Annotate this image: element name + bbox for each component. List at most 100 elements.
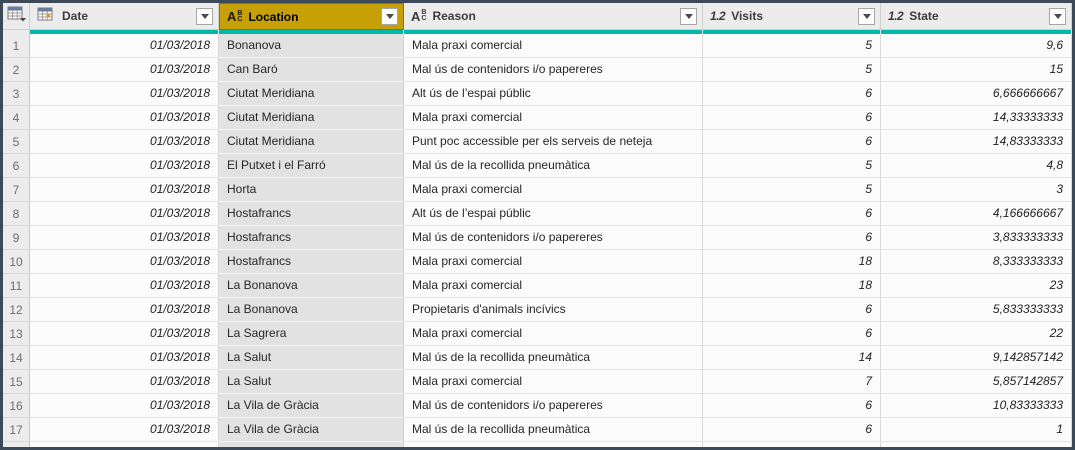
filter-dropdown-button[interactable] bbox=[1049, 7, 1066, 25]
row-number[interactable]: 6 bbox=[3, 154, 30, 178]
cell-date[interactable]: 01/03/2018 bbox=[30, 370, 219, 394]
cell-state[interactable]: 3 bbox=[881, 178, 1072, 202]
cell-visits[interactable]: 6 bbox=[703, 394, 881, 418]
cell-state[interactable]: 4,8 bbox=[881, 154, 1072, 178]
cell-date[interactable]: 01/03/2018 bbox=[30, 274, 219, 298]
cell-state[interactable]: 14,33333333 bbox=[881, 106, 1072, 130]
row-number[interactable]: 7 bbox=[3, 178, 30, 202]
cell-visits[interactable]: 5 bbox=[703, 34, 881, 58]
cell-date[interactable]: 01/03/2018 bbox=[30, 154, 219, 178]
filter-dropdown-button[interactable] bbox=[858, 7, 875, 25]
cell-state[interactable]: 4,166666667 bbox=[881, 202, 1072, 226]
cell-visits[interactable]: 6 bbox=[703, 130, 881, 154]
row-number[interactable]: 13 bbox=[3, 322, 30, 346]
row-number[interactable]: 17 bbox=[3, 418, 30, 442]
cell-reason[interactable]: Mala praxi comercial bbox=[404, 442, 703, 447]
row-number[interactable]: 15 bbox=[3, 370, 30, 394]
cell-state[interactable]: 8,333333333 bbox=[881, 250, 1072, 274]
row-number[interactable]: 14 bbox=[3, 346, 30, 370]
cell-visits[interactable]: 18 bbox=[703, 250, 881, 274]
row-number[interactable]: 11 bbox=[3, 274, 30, 298]
row-number[interactable]: 4 bbox=[3, 106, 30, 130]
cell-reason[interactable]: Mal ús de la recollida pneumàtica bbox=[404, 154, 703, 178]
cell-reason[interactable]: Mala praxi comercial bbox=[404, 322, 703, 346]
column-header-visits[interactable]: 1.2 Visits bbox=[703, 3, 881, 30]
cell-location[interactable]: La Salut bbox=[219, 346, 404, 370]
cell-date[interactable]: 01/03/2018 bbox=[30, 298, 219, 322]
cell-state[interactable]: 10,83333333 bbox=[881, 394, 1072, 418]
cell-reason[interactable]: Mal ús de la recollida pneumàtica bbox=[404, 418, 703, 442]
cell-visits[interactable]: 6 bbox=[703, 298, 881, 322]
cell-location[interactable]: La Salut bbox=[219, 370, 404, 394]
cell-date[interactable]: 01/03/2018 bbox=[30, 442, 219, 447]
cell-visits[interactable]: 5 bbox=[703, 178, 881, 202]
cell-date[interactable]: 01/03/2018 bbox=[30, 58, 219, 82]
filter-dropdown-button[interactable] bbox=[680, 7, 697, 25]
column-header-state[interactable]: 1.2 State bbox=[881, 3, 1072, 30]
row-number[interactable]: 12 bbox=[3, 298, 30, 322]
cell-visits[interactable]: 6 bbox=[703, 226, 881, 250]
cell-date[interactable]: 01/03/2018 bbox=[30, 226, 219, 250]
cell-visits[interactable]: 6 bbox=[703, 418, 881, 442]
cell-visits[interactable]: 18 bbox=[703, 274, 881, 298]
cell-date[interactable]: 01/03/2018 bbox=[30, 178, 219, 202]
cell-visits[interactable]: 5 bbox=[703, 154, 881, 178]
cell-location[interactable]: Hostafrancs bbox=[219, 250, 404, 274]
cell-location[interactable]: Bonanova bbox=[219, 34, 404, 58]
cell-state[interactable]: 1 bbox=[881, 418, 1072, 442]
cell-date[interactable]: 01/03/2018 bbox=[30, 394, 219, 418]
cell-location[interactable]: Hostafrancs bbox=[219, 226, 404, 250]
cell-state[interactable]: 23 bbox=[881, 274, 1072, 298]
filter-dropdown-button[interactable] bbox=[381, 8, 398, 25]
cell-location[interactable]: La Vila de Gràcia bbox=[219, 394, 404, 418]
cell-date[interactable]: 01/03/2018 bbox=[30, 34, 219, 58]
cell-reason[interactable]: Alt ús de l’espai públic bbox=[404, 202, 703, 226]
cell-state[interactable]: 5,833333333 bbox=[881, 298, 1072, 322]
cell-visits[interactable]: 6 bbox=[703, 106, 881, 130]
cell-date[interactable]: 01/03/2018 bbox=[30, 346, 219, 370]
cell-date[interactable]: 01/03/2018 bbox=[30, 322, 219, 346]
cell-state[interactable]: 9,6 bbox=[881, 34, 1072, 58]
cell-reason[interactable]: Mal ús de contenidors i/o papereres bbox=[404, 394, 703, 418]
row-number[interactable]: 2 bbox=[3, 58, 30, 82]
column-header-date[interactable]: Date bbox=[30, 3, 219, 30]
row-number[interactable]: 16 bbox=[3, 394, 30, 418]
cell-reason[interactable]: Mala praxi comercial bbox=[404, 370, 703, 394]
cell-location[interactable]: Ciutat Meridiana bbox=[219, 130, 404, 154]
cell-reason[interactable]: Mal ús de contenidors i/o papereres bbox=[404, 226, 703, 250]
cell-reason[interactable]: Mala praxi comercial bbox=[404, 34, 703, 58]
filter-dropdown-button[interactable] bbox=[196, 7, 213, 25]
row-number[interactable]: 1 bbox=[3, 34, 30, 58]
column-header-reason[interactable]: A B C Reason bbox=[404, 3, 703, 30]
cell-state[interactable]: 5,857142857 bbox=[881, 370, 1072, 394]
cell-date[interactable]: 01/03/2018 bbox=[30, 82, 219, 106]
cell-visits[interactable]: 5 bbox=[703, 58, 881, 82]
cell-reason[interactable]: Mal ús de contenidors i/o papereres bbox=[404, 58, 703, 82]
cell-location[interactable]: Ciutat Meridiana bbox=[219, 106, 404, 130]
cell-state[interactable]: 9,142857142 bbox=[881, 346, 1072, 370]
cell-date[interactable]: 01/03/2018 bbox=[30, 418, 219, 442]
cell-visits[interactable]: 49 bbox=[703, 442, 881, 447]
cell-state[interactable]: 6,666666667 bbox=[881, 82, 1072, 106]
cell-visits[interactable]: 14 bbox=[703, 346, 881, 370]
cell-reason[interactable]: Mal ús de la recollida pneumàtica bbox=[404, 346, 703, 370]
cell-location[interactable]: La Vila de Gràcia bbox=[219, 442, 404, 447]
cell-reason[interactable]: Mala praxi comercial bbox=[404, 274, 703, 298]
cell-location[interactable]: Horta bbox=[219, 178, 404, 202]
cell-location[interactable]: La Vila de Gràcia bbox=[219, 418, 404, 442]
cell-location[interactable]: La Bonanova bbox=[219, 274, 404, 298]
row-number[interactable]: 18 bbox=[3, 442, 30, 447]
cell-date[interactable]: 01/03/2018 bbox=[30, 106, 219, 130]
row-number[interactable]: 3 bbox=[3, 82, 30, 106]
cell-state[interactable]: 14,83333333 bbox=[881, 130, 1072, 154]
cell-location[interactable]: La Sagrera bbox=[219, 322, 404, 346]
cell-visits[interactable]: 7 bbox=[703, 370, 881, 394]
cell-location[interactable]: El Putxet i el Farró bbox=[219, 154, 404, 178]
cell-location[interactable]: Can Baró bbox=[219, 58, 404, 82]
cell-visits[interactable]: 6 bbox=[703, 322, 881, 346]
cell-state[interactable]: 22 bbox=[881, 322, 1072, 346]
cell-location[interactable]: Hostafrancs bbox=[219, 202, 404, 226]
cell-location[interactable]: Ciutat Meridiana bbox=[219, 82, 404, 106]
cell-reason[interactable]: Punt poc accessible per els serveis de n… bbox=[404, 130, 703, 154]
cell-reason[interactable]: Alt ús de l’espai públic bbox=[404, 82, 703, 106]
